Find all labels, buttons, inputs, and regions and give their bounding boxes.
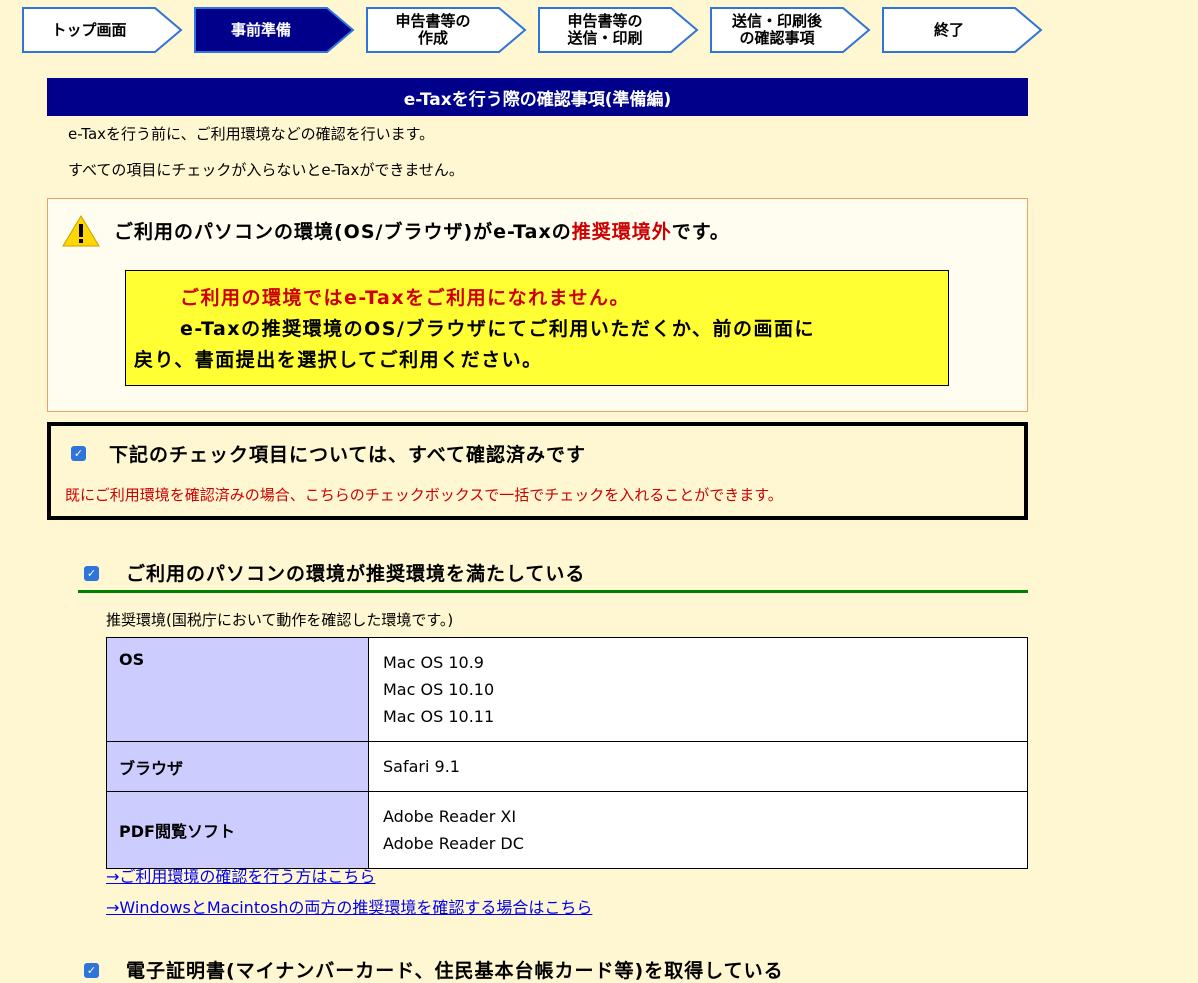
step-label: 終了 — [933, 20, 964, 39]
warning-title-text: ご利用のパソコンの環境(OS/ブラウザ)がe-Taxの — [114, 221, 572, 243]
table-row: PDF閲覧ソフト Adobe Reader XI Adobe Reader DC — [106, 791, 1028, 869]
section-recommended-environment: ✓ ご利用のパソコンの環境が推奨環境を満たしている — [78, 556, 1028, 593]
os-value: Mac OS 10.11 — [383, 707, 495, 726]
section-label[interactable]: 電子証明書(マイナンバーカード、住民基本台帳カード等)を取得している — [126, 956, 784, 983]
section-certificate: ✓ 電子証明書(マイナンバーカード、住民基本台帳カード等)を取得している — [78, 953, 1028, 983]
environment-warning-box: ご利用のパソコンの環境(OS/ブラウザ)がe-Taxの推奨環境外です。 ご利用の… — [47, 198, 1028, 412]
table-value-cell: Safari 9.1 — [368, 741, 1028, 792]
table-row: OS Mac OS 10.9 Mac OS 10.10 Mac OS 10.11 — [106, 637, 1028, 742]
notice-red-text: ご利用の環境ではe-Taxをご利用になれません。 — [180, 287, 630, 309]
warning-title-end: です。 — [671, 221, 730, 243]
page-title: e-Taxを行う際の確認事項(準備編) — [47, 78, 1028, 116]
table-header-cell: PDF閲覧ソフト — [106, 791, 369, 869]
unavailable-notice: ご利用の環境ではe-Taxをご利用になれません。 e-Taxの推奨環境のOS/ブ… — [125, 270, 949, 386]
step-send-print[interactable]: 申告書等の 送信・印刷 — [538, 6, 699, 54]
pdf-value: Adobe Reader DC — [383, 834, 524, 853]
notice-text: 戻り、書面提出を選択してご利用ください。 — [134, 349, 543, 371]
step-label: 事前準備 — [230, 20, 291, 39]
warning-icon — [62, 215, 100, 247]
step-label: 送信・印刷後 の確認事項 — [731, 12, 822, 47]
os-value: Mac OS 10.10 — [383, 680, 495, 699]
recommended-environment-table: OS Mac OS 10.9 Mac OS 10.10 Mac OS 10.11… — [106, 637, 1028, 869]
check-all-box: ✓ 下記のチェック項目については、すべて確認済みです 既にご利用環境を確認済みの… — [47, 422, 1028, 520]
check-all-note: 既にご利用環境を確認済みの場合、こちらのチェックボックスで一括でチェックを入れる… — [65, 486, 783, 504]
intro-text: e-Taxを行う前に、ご利用環境などの確認を行います。 — [68, 125, 435, 143]
environment-caption: 推奨環境(国税庁において動作を確認した環境です。) — [106, 611, 454, 629]
step-create[interactable]: 申告書等の 作成 — [366, 6, 527, 54]
step-top[interactable]: トップ画面 — [22, 6, 183, 54]
step-preparation[interactable]: 事前準備 — [194, 6, 355, 54]
os-value: Mac OS 10.9 — [383, 653, 484, 672]
step-post-check[interactable]: 送信・印刷後 の確認事項 — [710, 6, 871, 54]
table-header-cell: ブラウザ — [106, 741, 369, 792]
section-label[interactable]: ご利用のパソコンの環境が推奨環境を満たしている — [126, 559, 585, 586]
check-all-checkbox[interactable]: ✓ — [71, 446, 86, 461]
intro-text: すべての項目にチェックが入らないとe-Taxができません。 — [68, 161, 464, 179]
browser-value: Safari 9.1 — [383, 757, 460, 776]
table-value-cell: Mac OS 10.9 Mac OS 10.10 Mac OS 10.11 — [368, 637, 1028, 742]
table-value-cell: Adobe Reader XI Adobe Reader DC — [368, 791, 1028, 869]
environment-checkbox[interactable]: ✓ — [84, 566, 99, 581]
warning-title: ご利用のパソコンの環境(OS/ブラウザ)がe-Taxの推奨環境外です。 — [114, 217, 730, 244]
pdf-value: Adobe Reader XI — [383, 807, 517, 826]
check-all-label[interactable]: 下記のチェック項目については、すべて確認済みです — [109, 440, 586, 467]
notice-text: e-Taxの推奨環境のOS/ブラウザにてご利用いただくか、前の画面に — [180, 318, 815, 340]
check-environment-link[interactable]: →ご利用環境の確認を行う方はこちら — [106, 863, 375, 887]
table-row: ブラウザ Safari 9.1 — [106, 741, 1028, 792]
warning-title-highlight: 推奨環境外 — [571, 221, 672, 243]
certificate-checkbox[interactable]: ✓ — [84, 963, 99, 978]
step-end[interactable]: 終了 — [882, 6, 1043, 54]
step-label: 申告書等の 作成 — [395, 12, 471, 47]
windows-mac-environment-link[interactable]: →WindowsとMacintoshの両方の推奨環境を確認する場合はこちら — [106, 894, 592, 918]
step-label: 申告書等の 送信・印刷 — [567, 12, 643, 47]
step-label: トップ画面 — [51, 20, 127, 39]
table-header-cell: OS — [106, 637, 369, 742]
